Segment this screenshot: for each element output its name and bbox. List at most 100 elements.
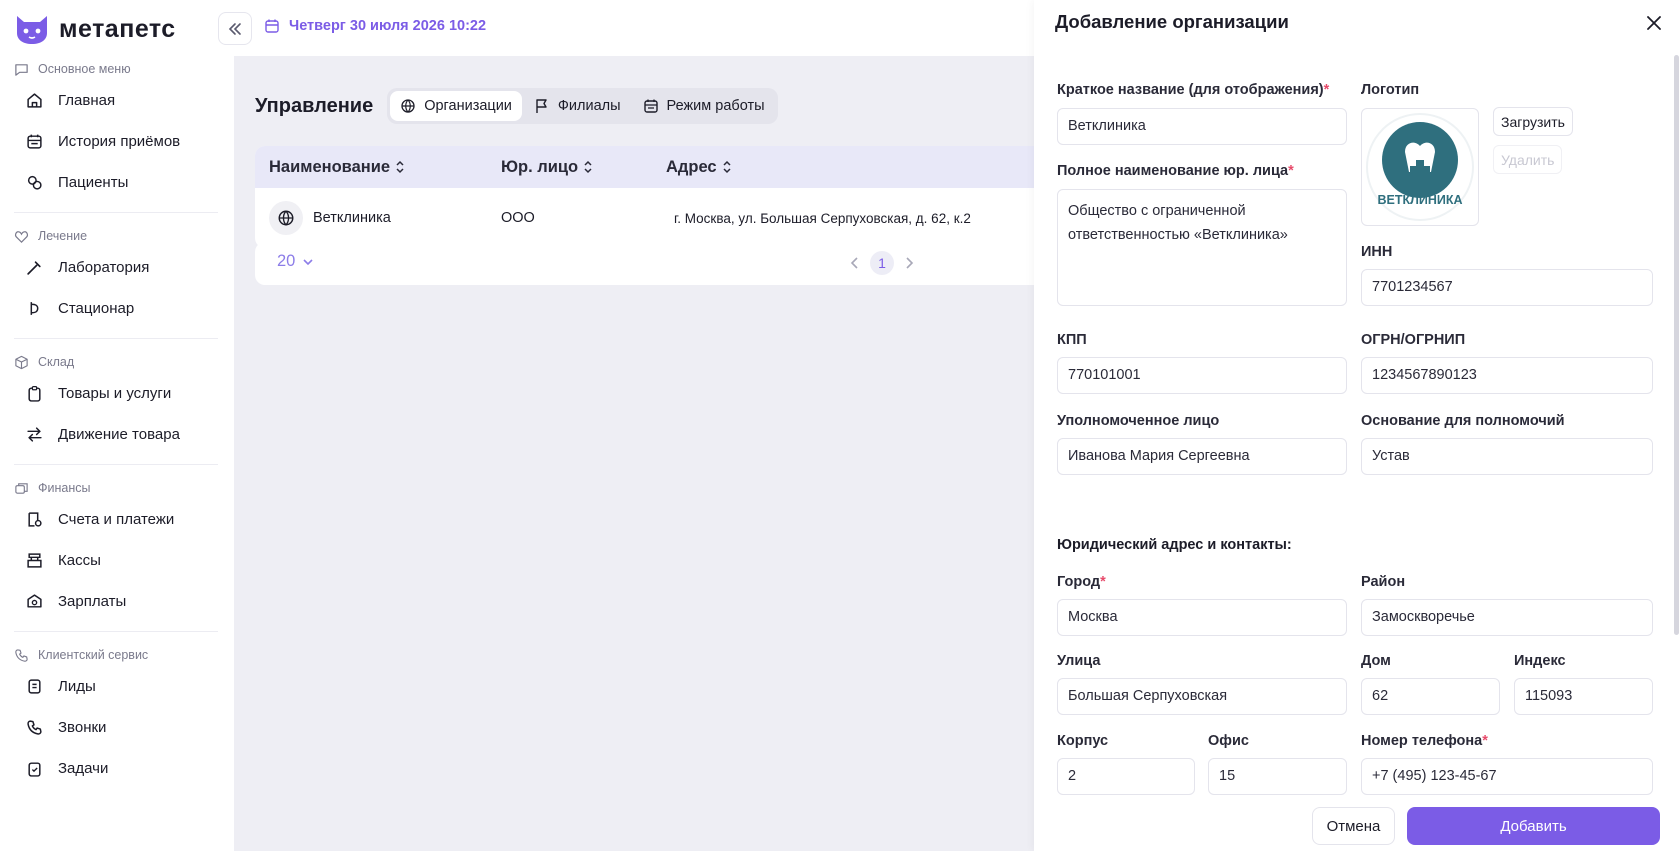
sidebar-item-laboratory[interactable]: Лаборатория [0,247,234,288]
sidebar-item-patients[interactable]: Пациенты [0,162,234,203]
index-field[interactable]: 115093 [1514,678,1653,715]
pagination: 20 1 [255,242,1034,285]
cat-logo-icon [17,16,47,44]
table-row[interactable]: Ветклиника ООО г. Москва, ул. Большая Се… [255,188,1034,248]
basis-field[interactable]: Устав [1361,438,1653,475]
cancel-button[interactable]: Отмена [1312,807,1395,845]
sidebar-item-home[interactable]: Главная [0,80,234,121]
office-field[interactable]: 15 [1208,758,1347,795]
house-field[interactable]: 62 [1361,678,1500,715]
office-label: Офис [1208,733,1249,749]
short-name-field[interactable]: Ветклиника [1057,108,1347,145]
chevron-left-icon[interactable] [848,255,862,271]
tasks-icon [28,762,41,777]
heart-icon [14,230,29,243]
authorized-person-field[interactable]: Иванова Мария Сергеевна [1057,438,1347,475]
cell-name: Ветклиника [255,201,501,235]
collapse-sidebar-button[interactable] [218,12,252,45]
brand-logo[interactable]: метапетс [13,12,176,46]
sort-icon [396,160,404,174]
clipboard-icon [28,385,41,402]
cell-address: г. Москва, ул. Большая Серпуховская, д. … [674,210,971,226]
brand-name: метапетс [59,14,176,43]
scrollbar[interactable] [1674,55,1679,635]
kpp-field[interactable]: 770101001 [1057,357,1347,394]
receipt-icon [28,512,42,527]
section-title-warehouse: Склад [0,351,234,373]
globe-icon [269,201,303,235]
organizations-table: Наименование Юр. лицо Адрес Ветклиника О… [255,146,1034,248]
authorized-person-label: Уполномоченное лицо [1057,413,1220,429]
main-content: Управление Организации Филиалы Режим раб… [234,56,1034,851]
sort-icon [584,160,592,174]
index-label: Индекс [1514,653,1566,669]
sidebar-item-leads[interactable]: Лиды [0,666,234,707]
divider [14,464,218,465]
phone-field[interactable]: +7 (495) 123-45-67 [1361,758,1653,795]
tab-organizations[interactable]: Организации [390,91,522,121]
sidebar-item-tasks[interactable]: Задачи [0,748,234,789]
page-title: Управление [255,94,374,117]
inn-label: ИНН [1361,244,1393,260]
street-field[interactable]: Большая Серпуховская [1057,678,1347,715]
page-size-select[interactable]: 20 [277,252,315,271]
sidebar-item-salary[interactable]: Зарплаты [0,581,234,622]
upload-logo-button[interactable]: Загрузить [1493,107,1573,136]
basis-label: Основание для полномочий [1361,413,1565,429]
close-icon[interactable] [1644,13,1664,33]
street-label: Улица [1057,653,1101,669]
full-name-label: Полное наименование юр. лица* [1057,163,1294,179]
sidebar-item-history[interactable]: История приёмов [0,121,234,162]
chevron-right-icon[interactable] [902,255,916,271]
district-field[interactable]: Замоскворечье [1361,599,1653,636]
wallet-icon [27,594,42,608]
calendar-icon [27,134,42,149]
delete-logo-button[interactable]: Удалить [1493,145,1563,174]
logo-preview: ВЕТКЛИНИКА [1361,108,1479,226]
section-title-finance: Финансы [0,477,234,499]
page-number[interactable]: 1 [870,251,894,275]
building-label: Корпус [1057,733,1109,749]
tab-schedule[interactable]: Режим работы [633,91,775,121]
vet-clinic-logo: ВЕТКЛИНИКА [1366,113,1474,221]
current-date: Четверг 30 июля 2026 10:22 [264,18,486,34]
sidebar-item-hospital[interactable]: Стационар [0,288,234,329]
chevron-down-icon [303,258,313,265]
section-title-treatment: Лечение [0,225,234,247]
section-title-main: Основное меню [0,58,234,80]
phone-label: Номер телефона* [1361,733,1488,749]
svg-text:ВЕТКЛИНИКА: ВЕТКЛИНИКА [1377,193,1462,207]
page-controls: 1 [848,251,916,275]
add-button[interactable]: Добавить [1407,807,1660,845]
district-label: Район [1361,574,1406,590]
section-title-client-service: Клиентский сервис [0,644,234,666]
sidebar-item-bills[interactable]: Счета и платежи [0,499,234,540]
column-header-address[interactable]: Адрес [666,158,733,177]
ogrn-label: ОГРН/ОГРНИП [1361,332,1466,348]
add-organization-drawer: Добавление организации Краткое название … [1034,0,1680,851]
inn-field[interactable]: 7701234567 [1361,269,1653,306]
divider [14,212,218,213]
flag-icon [536,99,547,113]
sidebar-item-cashbox[interactable]: Кассы [0,540,234,581]
drawer-title: Добавление организации [1055,11,1289,32]
sort-icon [723,160,731,174]
tab-branches[interactable]: Филиалы [524,91,631,121]
sidebar: метапетс Основное меню Главная История п… [0,0,234,851]
double-chevron-left-icon [228,22,241,35]
sidebar-item-calls[interactable]: Звонки [0,707,234,748]
sidebar-item-goods[interactable]: Товары и услуги [0,373,234,414]
city-field[interactable]: Москва [1057,599,1347,636]
date-text: Четверг 30 июля 2026 10:22 [289,18,487,34]
ogrn-field[interactable]: 1234567890123 [1361,357,1653,394]
box-icon [15,355,28,369]
column-header-legal[interactable]: Юр. лицо [501,158,666,177]
message-icon [15,63,28,76]
building-field[interactable]: 2 [1057,758,1195,795]
page-header: Управление Организации Филиалы Режим раб… [255,88,778,124]
logo-label: Логотип [1361,82,1420,98]
pipette-icon [27,261,41,275]
full-name-field[interactable]: Общество с ограниченной ответственностью… [1057,189,1347,306]
sidebar-item-movement[interactable]: Движение товара [0,414,234,455]
column-header-name[interactable]: Наименование [255,158,501,177]
